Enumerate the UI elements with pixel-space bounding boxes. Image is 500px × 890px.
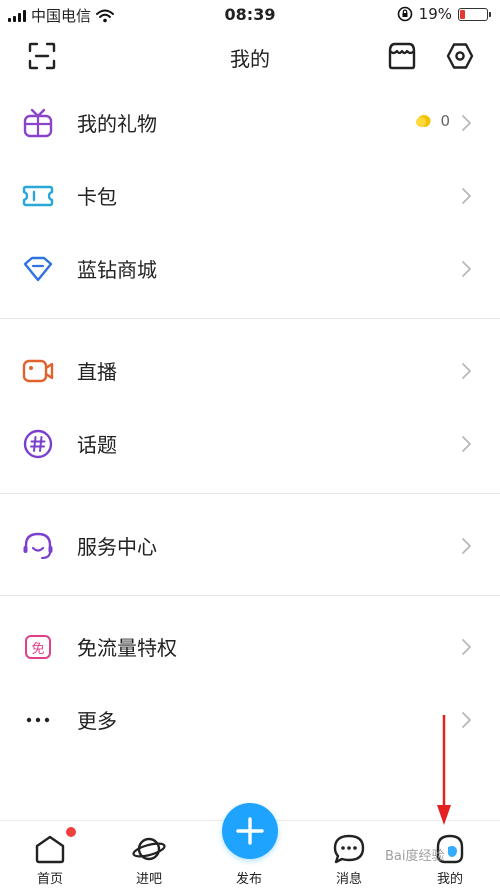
tab-label-forums: 进吧 (135, 872, 162, 887)
store-icon (388, 42, 416, 70)
settings-icon (446, 43, 474, 69)
status-right: 19% (397, 5, 491, 23)
menu-item-live[interactable]: 直播 (0, 334, 500, 407)
menu-label-more: 更多 (77, 709, 117, 733)
battery-icon (458, 7, 491, 21)
menu-label-topics: 话题 (77, 433, 117, 457)
home-icon (35, 835, 65, 864)
free-data-icon: 免 (22, 632, 54, 662)
tab-label-profile: 我的 (436, 872, 463, 887)
menu-label-live: 直播 (77, 360, 117, 384)
menu-label-free-data: 免流量特权 (77, 636, 177, 660)
menu-label-service-center: 服务中心 (77, 535, 157, 559)
annotation-arrow-icon (437, 715, 451, 825)
message-icon (333, 834, 365, 864)
tab-label-messages: 消息 (335, 872, 362, 887)
planet-icon (132, 837, 166, 861)
menu-item-gifts[interactable]: 我的礼物 0 (0, 86, 500, 159)
chevron-right-icon (462, 363, 471, 379)
hashtag-icon (22, 429, 54, 459)
nav-bar: 我的 (0, 30, 500, 82)
section-divider (0, 493, 500, 494)
menu-group-more: 免 免流量特权 更多 (0, 610, 500, 756)
video-camera-icon (22, 356, 54, 386)
page-title: 我的 (230, 47, 270, 71)
chevron-right-icon (462, 639, 471, 655)
watermark: Bai度经验 (385, 849, 445, 864)
post-button[interactable] (222, 803, 278, 859)
gift-count: 0 (414, 112, 450, 130)
menu-item-diamond-mall[interactable]: 蓝钻商城 (0, 232, 500, 305)
settings-button[interactable] (444, 40, 476, 72)
gift-icon (22, 108, 54, 138)
tab-forums[interactable]: 进吧 (109, 821, 189, 890)
menu-label-card-wallet: 卡包 (77, 185, 117, 209)
menu-item-service-center[interactable]: 服务中心 (0, 509, 500, 582)
chevron-right-icon (462, 188, 471, 204)
menu-group-content: 直播 话题 (0, 334, 500, 480)
gift-count-value: 0 (440, 112, 450, 130)
menu-group-service: 服务中心 (0, 509, 500, 582)
menu-item-topics[interactable]: 话题 (0, 407, 500, 480)
section-divider (0, 318, 500, 319)
menu-item-free-data[interactable]: 免 免流量特权 (0, 610, 500, 683)
store-button[interactable] (386, 40, 418, 72)
chevron-right-icon (462, 115, 471, 131)
card-wallet-icon (22, 181, 54, 211)
tab-label-home: 首页 (36, 872, 63, 887)
diamond-icon (22, 254, 54, 284)
tab-label-post: 发布 (235, 872, 262, 887)
coin-icon (416, 115, 431, 127)
rotation-lock-icon (397, 6, 412, 22)
more-dots-icon (22, 705, 54, 735)
headset-icon (22, 531, 54, 561)
menu-label-diamond-mall: 蓝钻商城 (77, 258, 157, 282)
chevron-right-icon (462, 436, 471, 452)
menu-item-card-wallet[interactable]: 卡包 (0, 159, 500, 232)
menu-item-more[interactable]: 更多 (0, 683, 500, 756)
section-divider (0, 595, 500, 596)
chevron-right-icon (462, 538, 471, 554)
plus-icon (236, 817, 264, 845)
battery-percent: 19% (418, 5, 452, 23)
tab-home[interactable]: 首页 (10, 821, 90, 890)
chevron-right-icon (462, 261, 471, 277)
chevron-right-icon (462, 712, 471, 728)
status-bar: 中国电信 08:39 19% (0, 0, 500, 30)
menu-group-wallet: 我的礼物 0 卡包 蓝钻商城 (0, 86, 500, 305)
tab-messages[interactable]: 消息 (309, 821, 389, 890)
notification-dot (66, 827, 76, 837)
menu-label-gifts: 我的礼物 (77, 112, 157, 136)
